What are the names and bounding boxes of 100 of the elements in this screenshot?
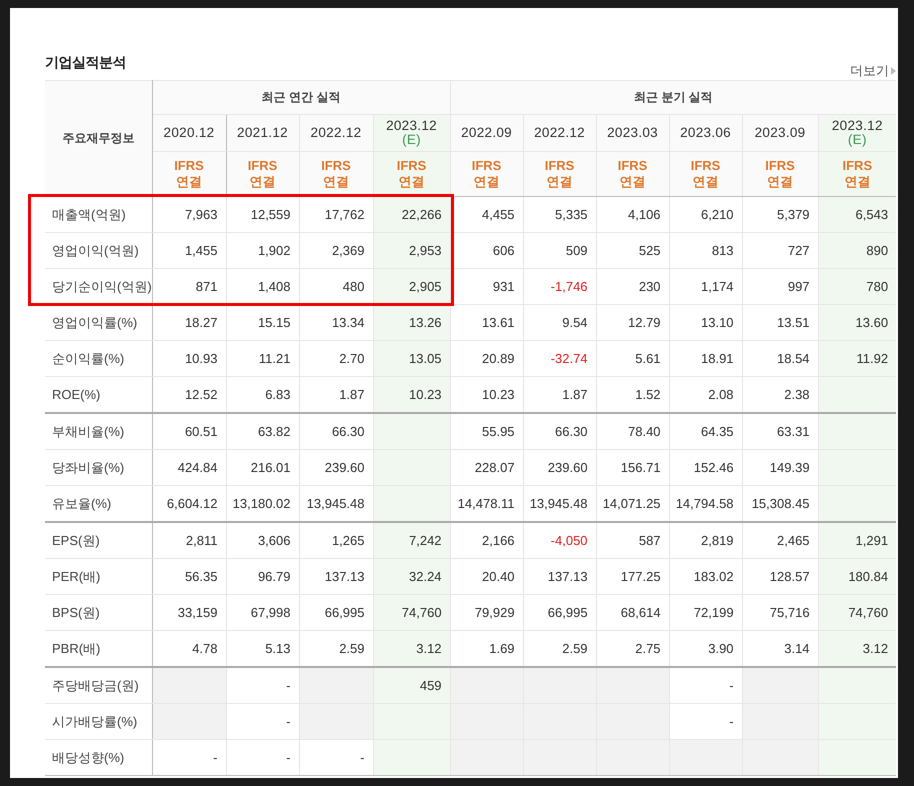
table-cell: 5,379 [742,196,818,232]
row-label: 순이익률(%) [45,340,152,376]
more-link[interactable]: 더보기 [850,62,896,80]
table-cell: - [226,740,299,776]
table-cell: 10.93 [152,340,226,376]
table-cell: 6,210 [669,196,742,232]
table-cell: 149.39 [742,450,818,486]
table-cell: 9.54 [523,304,596,340]
table-cell: 64.35 [669,413,742,450]
table-cell: 15.15 [226,304,299,340]
table-cell: 67,998 [226,594,299,630]
table-cell: 2,811 [152,522,226,558]
table-cell: 228.07 [450,450,524,486]
table-cell: -4,050 [523,522,596,558]
table-cell: 6,543 [818,196,896,232]
basis-label: IFRS 연결 [373,152,450,196]
table-cell: 137.13 [523,558,596,594]
table-cell: 813 [669,232,742,268]
period-header: 2020.12 [152,114,226,152]
table-cell: 7,963 [152,196,226,232]
basis-label: IFRS 연결 [226,152,299,196]
row-label: 매출액(억원) [45,196,152,232]
table-cell: 459 [373,667,450,704]
table-cell: 18.54 [742,340,818,376]
table-cell: 66,995 [299,594,373,630]
group-header: 최근 연간 실적 [152,80,450,114]
basis-label: IFRS 연결 [596,152,670,196]
table-cell: 33,159 [152,594,226,630]
row-label: 영업이익률(%) [45,304,152,340]
table-cell: - [152,740,226,776]
table-cell: 13.60 [818,304,896,340]
period-header: 2021.12 [226,114,299,152]
row-label: 주당배당금(원) [45,667,152,704]
table-cell: 1,902 [226,232,299,268]
basis-label: IFRS 연결 [299,152,373,196]
table-cell: 890 [818,232,896,268]
period-header: 2023.06 [669,114,742,152]
table-cell: 1,174 [669,268,742,304]
table-cell: 60.51 [152,413,226,450]
table-cell: 74,760 [818,594,896,630]
table-cell: 66,995 [523,594,596,630]
table-cell: 997 [742,268,818,304]
table-cell: 2.70 [299,340,373,376]
table-cell: 239.60 [299,450,373,486]
table-cell: 2,819 [669,522,742,558]
table-cell: 13.61 [450,304,524,340]
basis-label: IFRS 연결 [152,152,226,196]
period-header: 2023.09 [742,114,818,152]
period-header: 2022.12 [299,114,373,152]
row-label: PER(배) [45,558,152,594]
period-header: 2023.03 [596,114,670,152]
table-cell: 1,455 [152,232,226,268]
basis-label: IFRS 연결 [669,152,742,196]
table-cell: 63.82 [226,413,299,450]
caret-icon [891,67,896,75]
table-cell: 66.30 [523,413,596,450]
table-cell: 4,106 [596,196,670,232]
period-header: 2023.12 (E) [818,114,896,152]
table-cell: 13.34 [299,304,373,340]
table-cell: 56.35 [152,558,226,594]
table-cell: 780 [818,268,896,304]
table-cell: 20.89 [450,340,524,376]
basis-label: IFRS 연결 [450,152,524,196]
column-header: 주요재무정보 [45,80,152,196]
row-label: BPS(원) [45,594,152,630]
table-cell: 3,606 [226,522,299,558]
table-cell: 78.40 [596,413,670,450]
table-cell: 2,369 [299,232,373,268]
table-cell: 587 [596,522,670,558]
table-cell: 183.02 [669,558,742,594]
table-cell: 727 [742,232,818,268]
period-header: 2023.12 (E) [373,114,450,152]
table-cell: - [226,704,299,740]
section-title: 기업실적분석 [45,54,126,72]
table-cell: 5.61 [596,340,670,376]
table-cell: 230 [596,268,670,304]
group-header: 최근 분기 실적 [450,80,896,114]
table-cell: 18.91 [669,340,742,376]
table-cell: 3.12 [373,630,450,667]
table-cell: 1,291 [818,522,896,558]
table-cell: 74,760 [373,594,450,630]
table-cell: 2,905 [373,268,450,304]
basis-label: IFRS 연결 [742,152,818,196]
basis-label: IFRS 연결 [818,152,896,196]
row-label: 당좌비율(%) [45,450,152,486]
table-cell: 32.24 [373,558,450,594]
table-cell: 79,929 [450,594,524,630]
table-cell: 68,614 [596,594,670,630]
table-cell: 20.40 [450,558,524,594]
table-cell: - [299,740,373,776]
table-cell: 13.10 [669,304,742,340]
table-cell: 72,199 [669,594,742,630]
table-cell: 18.27 [152,304,226,340]
table-cell: 2,953 [373,232,450,268]
row-label: EPS(원) [45,522,152,558]
table-cell: 156.71 [596,450,670,486]
table-cell: 137.13 [299,558,373,594]
table-cell: 17,762 [299,196,373,232]
row-label: 배당성향(%) [45,740,152,776]
table-cell: 2,166 [450,522,524,558]
